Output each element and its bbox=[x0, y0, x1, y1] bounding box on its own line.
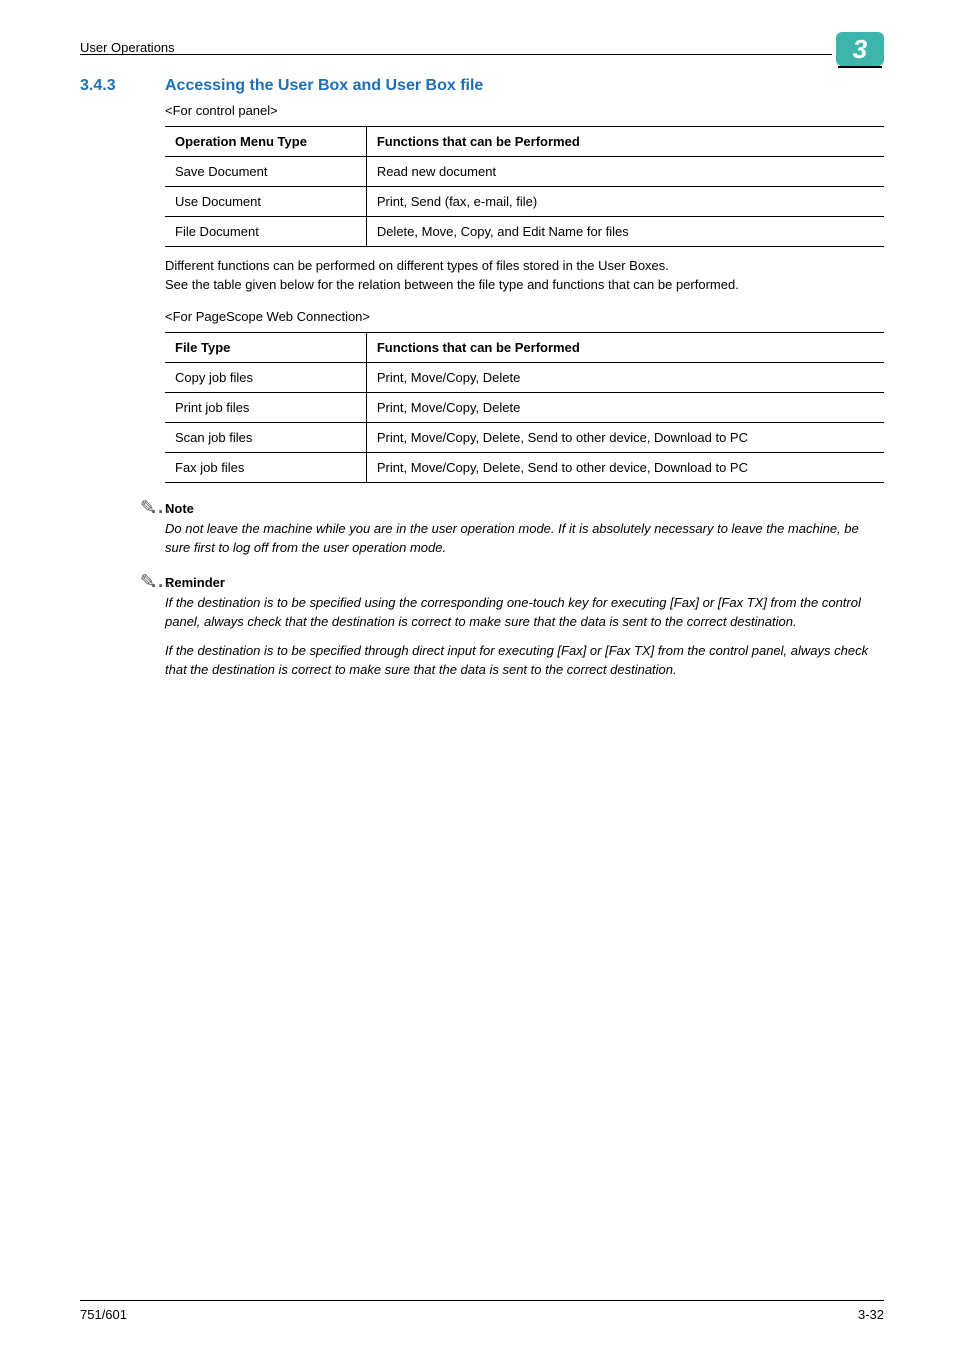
table-row: Print job files Print, Move/Copy, Delete bbox=[165, 392, 884, 422]
table-header: Functions that can be Performed bbox=[366, 127, 884, 157]
table-cell: Save Document bbox=[165, 157, 366, 187]
table-row: Copy job files Print, Move/Copy, Delete bbox=[165, 362, 884, 392]
table-cell: Print, Send (fax, e-mail, file) bbox=[366, 187, 884, 217]
table-cell: Print job files bbox=[165, 392, 366, 422]
table-header: File Type bbox=[165, 332, 366, 362]
control-panel-table: Operation Menu Type Functions that can b… bbox=[165, 126, 884, 247]
reminder-body: If the destination is to be specified th… bbox=[165, 642, 884, 680]
table-row: File Document Delete, Move, Copy, and Ed… bbox=[165, 217, 884, 247]
table-header: Operation Menu Type bbox=[165, 127, 366, 157]
table-header: Functions that can be Performed bbox=[366, 332, 884, 362]
note-icon: ✎... bbox=[140, 497, 172, 518]
pagescope-table: File Type Functions that can be Performe… bbox=[165, 332, 884, 483]
reminder-heading: Reminder bbox=[165, 575, 884, 590]
table-cell: Print, Move/Copy, Delete, Send to other … bbox=[366, 422, 884, 452]
table-cell: Read new document bbox=[366, 157, 884, 187]
table-cell: Delete, Move, Copy, and Edit Name for fi… bbox=[366, 217, 884, 247]
table-row: Use Document Print, Send (fax, e-mail, f… bbox=[165, 187, 884, 217]
section-number: 3.4.3 bbox=[80, 77, 165, 95]
table-row: Save Document Read new document bbox=[165, 157, 884, 187]
table-row: Fax job files Print, Move/Copy, Delete, … bbox=[165, 452, 884, 482]
table-cell: Copy job files bbox=[165, 362, 366, 392]
table-cell: File Document bbox=[165, 217, 366, 247]
running-header: User Operations bbox=[80, 34, 175, 55]
table-cell: Print, Move/Copy, Delete bbox=[366, 392, 884, 422]
table-cell: Print, Move/Copy, Delete, Send to other … bbox=[366, 452, 884, 482]
footer-left: 751/601 bbox=[80, 1307, 127, 1322]
table-cell: Scan job files bbox=[165, 422, 366, 452]
note-body: Do not leave the machine while you are i… bbox=[165, 520, 884, 558]
table-cell: Fax job files bbox=[165, 452, 366, 482]
reminder-icon: ✎... bbox=[140, 571, 172, 592]
control-panel-label: <For control panel> bbox=[165, 103, 884, 118]
footer-right: 3-32 bbox=[858, 1307, 884, 1322]
note-heading: Note bbox=[165, 501, 884, 516]
section-title: Accessing the User Box and User Box file bbox=[165, 77, 483, 95]
body-paragraph: Different functions can be performed on … bbox=[165, 257, 884, 295]
table-cell: Print, Move/Copy, Delete bbox=[366, 362, 884, 392]
chapter-number-tab: 3 bbox=[836, 32, 884, 66]
header-rule bbox=[80, 54, 832, 55]
reminder-body: If the destination is to be specified us… bbox=[165, 594, 884, 632]
table-row: Scan job files Print, Move/Copy, Delete,… bbox=[165, 422, 884, 452]
table-cell: Use Document bbox=[165, 187, 366, 217]
pagescope-label: <For PageScope Web Connection> bbox=[165, 309, 884, 324]
